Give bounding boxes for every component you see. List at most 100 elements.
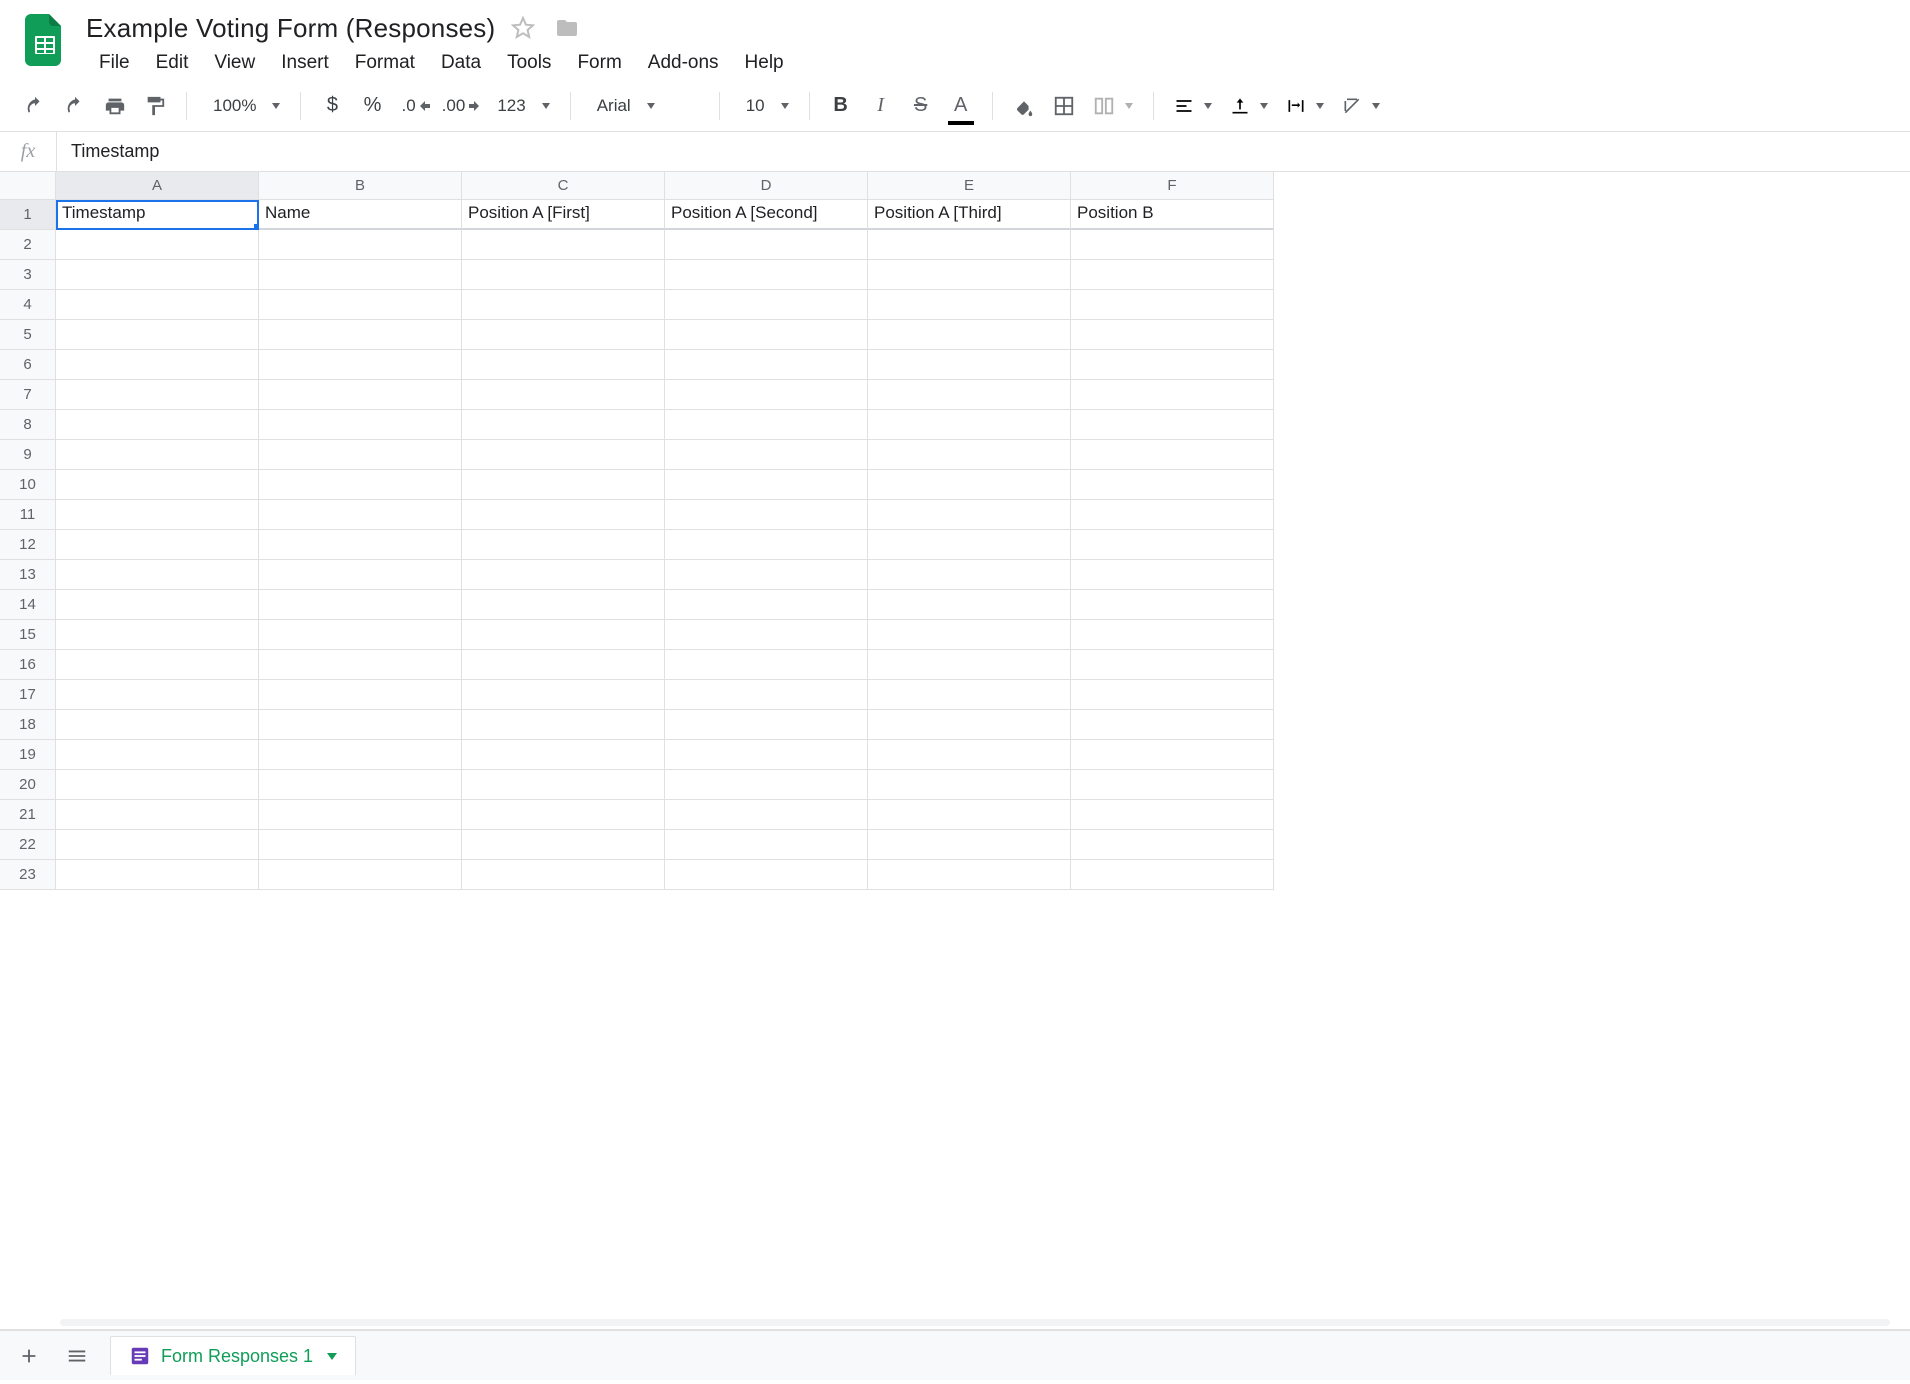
spreadsheet-grid[interactable]: ABCDEF1TimestampNamePosition A [First]Po… [0,172,1910,1316]
row-header[interactable]: 23 [0,860,56,890]
cell[interactable] [259,500,462,530]
increase-decimal-button[interactable]: .00 [436,89,480,123]
cell[interactable] [462,770,665,800]
cell[interactable] [868,800,1071,830]
cell[interactable] [665,800,868,830]
menu-tools[interactable]: Tools [494,48,564,78]
row-header[interactable]: 11 [0,500,56,530]
cell[interactable] [665,230,868,260]
cell[interactable] [462,530,665,560]
merge-cells-dropdown[interactable] [1087,95,1139,117]
menu-insert[interactable]: Insert [268,48,342,78]
cell[interactable] [259,680,462,710]
strike-button[interactable]: S [904,89,938,123]
cell[interactable] [665,440,868,470]
cell[interactable] [462,680,665,710]
row-header[interactable]: 19 [0,740,56,770]
cell[interactable] [868,590,1071,620]
cell[interactable] [868,740,1071,770]
row-header[interactable]: 21 [0,800,56,830]
cell[interactable] [868,500,1071,530]
cell[interactable] [1071,830,1274,860]
cell[interactable] [868,830,1071,860]
fx-icon[interactable]: fx [0,140,56,163]
cell[interactable] [462,260,665,290]
cell[interactable] [462,590,665,620]
cell[interactable] [665,260,868,290]
sheets-logo[interactable] [18,10,72,70]
cell[interactable] [56,620,259,650]
cell[interactable] [1071,470,1274,500]
cell[interactable] [1071,380,1274,410]
all-sheets-button[interactable] [62,1341,92,1371]
cell[interactable] [665,560,868,590]
cell[interactable] [665,470,868,500]
cell[interactable] [462,500,665,530]
bold-button[interactable]: B [824,89,858,123]
row-header[interactable]: 2 [0,230,56,260]
cell[interactable] [56,290,259,320]
cell[interactable] [259,590,462,620]
cell[interactable] [259,230,462,260]
cell[interactable] [462,650,665,680]
cell[interactable] [259,320,462,350]
cell[interactable] [1071,710,1274,740]
column-header[interactable]: C [462,172,665,200]
row-header[interactable]: 17 [0,680,56,710]
menu-view[interactable]: View [201,48,268,78]
row-header[interactable]: 18 [0,710,56,740]
cell[interactable] [1071,410,1274,440]
cell[interactable]: Position A [Third] [868,200,1071,230]
cell[interactable] [1071,620,1274,650]
cell[interactable] [56,380,259,410]
cell[interactable] [665,350,868,380]
cell[interactable] [868,440,1071,470]
redo-button[interactable] [58,89,92,123]
cell[interactable] [868,260,1071,290]
cell[interactable] [462,710,665,740]
cell[interactable] [56,470,259,500]
cell[interactable] [868,470,1071,500]
cell[interactable] [56,770,259,800]
cell[interactable] [1071,320,1274,350]
text-color-button[interactable]: A [944,89,978,123]
print-button[interactable] [98,89,132,123]
cell[interactable] [665,590,868,620]
cell[interactable] [868,680,1071,710]
cell[interactable] [259,800,462,830]
cell[interactable] [868,620,1071,650]
valign-dropdown[interactable] [1224,96,1274,116]
row-header[interactable]: 12 [0,530,56,560]
cell[interactable] [56,260,259,290]
cell[interactable] [462,440,665,470]
cell[interactable] [665,680,868,710]
borders-button[interactable] [1047,89,1081,123]
column-header[interactable]: B [259,172,462,200]
cell[interactable] [1071,770,1274,800]
select-all-corner[interactable] [0,172,56,200]
cell[interactable] [1071,260,1274,290]
cell[interactable] [259,260,462,290]
cell[interactable] [259,350,462,380]
cell[interactable] [868,530,1071,560]
cell[interactable] [259,290,462,320]
cell[interactable] [56,800,259,830]
cell[interactable] [462,290,665,320]
column-header[interactable]: F [1071,172,1274,200]
cell[interactable] [56,230,259,260]
cell[interactable] [259,380,462,410]
cell[interactable] [665,740,868,770]
cell[interactable] [868,380,1071,410]
formula-input[interactable] [57,132,1910,171]
cell[interactable] [665,530,868,560]
wrap-dropdown[interactable] [1280,96,1330,116]
format-currency-button[interactable]: $ [315,89,349,123]
cell[interactable] [56,650,259,680]
cell[interactable] [259,620,462,650]
cell[interactable] [665,290,868,320]
font-family-dropdown[interactable]: Arial [585,96,705,116]
cell[interactable]: Name [259,200,462,230]
cell[interactable] [1071,500,1274,530]
cell[interactable] [56,320,259,350]
cell[interactable] [462,740,665,770]
